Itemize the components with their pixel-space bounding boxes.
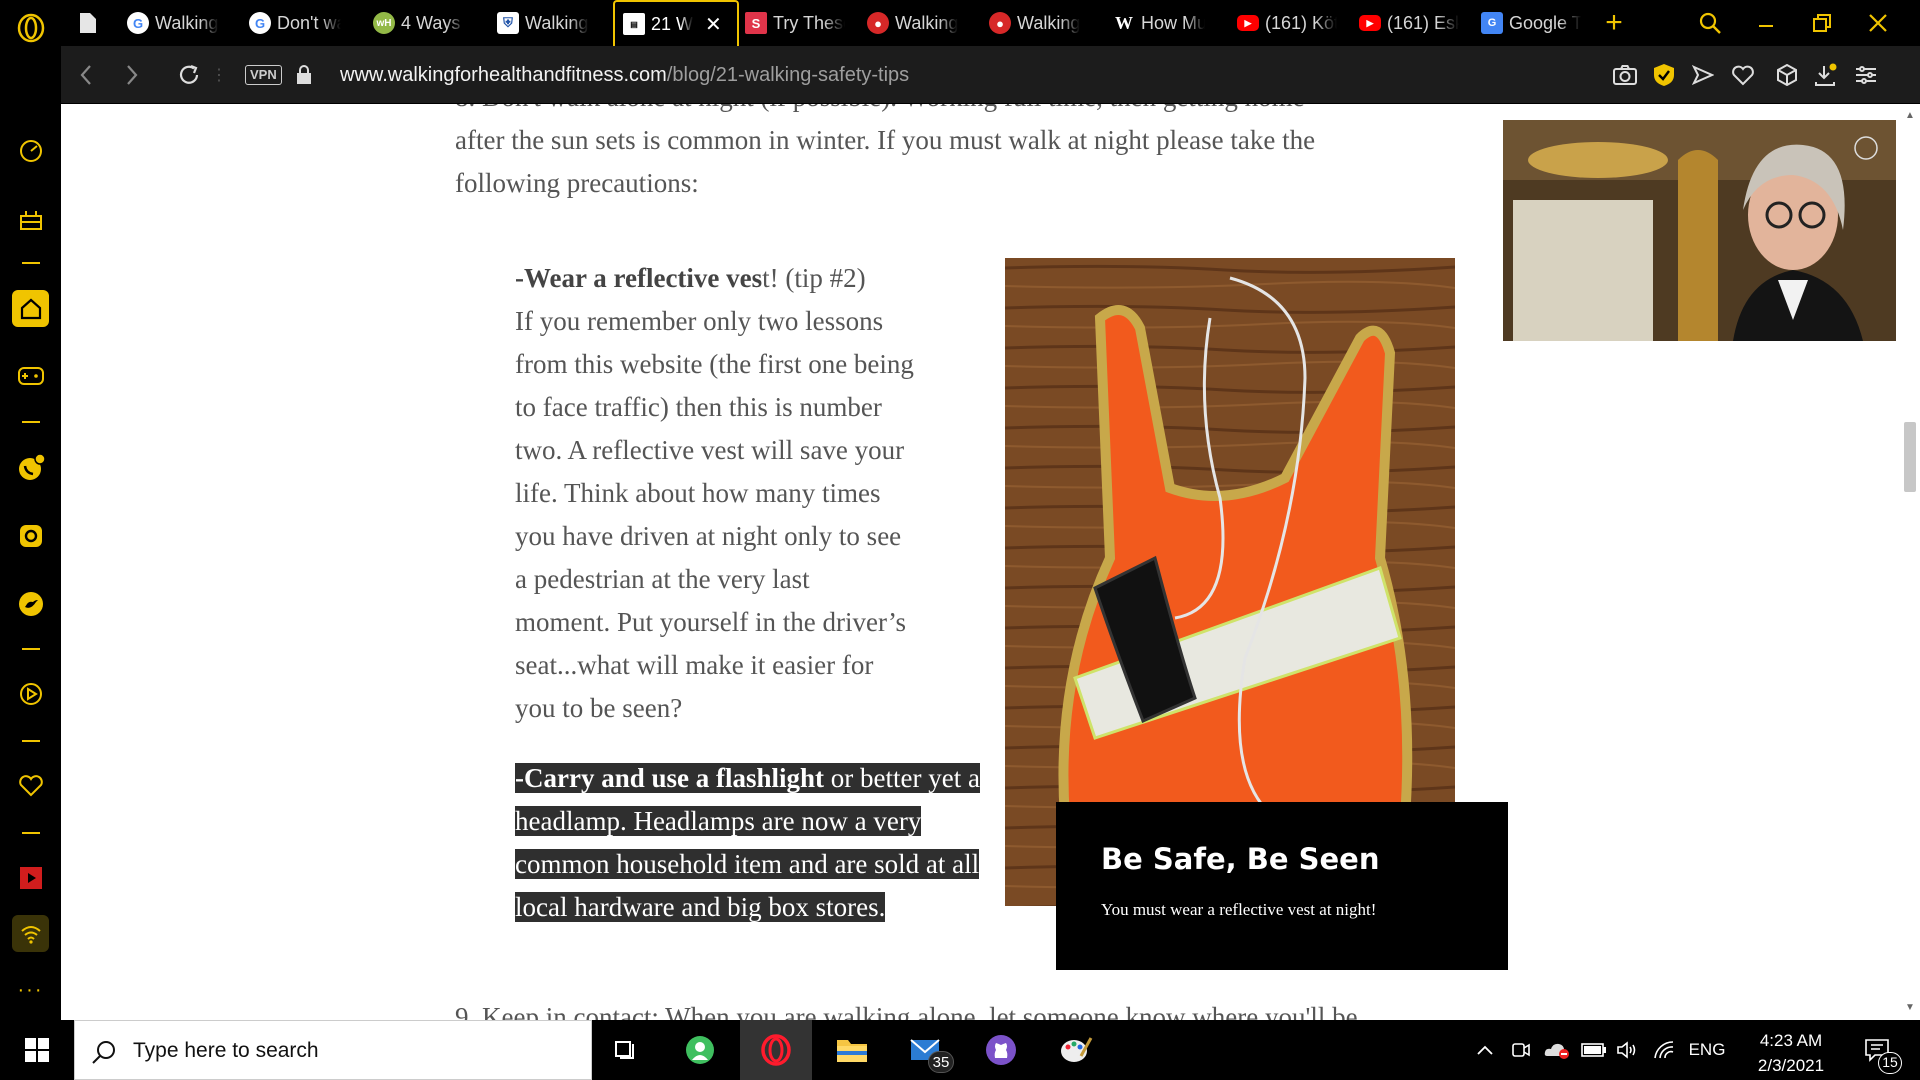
shield-favicon-icon: ⛨ [497,12,519,34]
tab-walking-1[interactable]: G Walking a [127,0,219,46]
tab-4-ways[interactable]: wH 4 Ways t [373,0,465,46]
tab-try-these[interactable]: S Try These [745,0,845,46]
search-tabs-icon[interactable] [1682,0,1738,46]
player-icon[interactable] [0,676,61,712]
tab-walking-3[interactable]: ● Walking [867,0,959,46]
close-tab-icon[interactable]: ✕ [705,12,722,37]
next-tip-partial-line: 9. Keep in contact: When you are walking… [455,1002,1358,1020]
onedrive-icon[interactable] [1540,1020,1574,1080]
windows-taskbar: Type here to search 35 ENG 4:23 AM 2/3/2… [0,1020,1920,1080]
scroll-down-icon[interactable]: ▼ [1905,1002,1915,1013]
notifications-icon[interactable]: 15 [1852,1020,1902,1080]
lock-icon[interactable] [289,46,319,104]
language-indicator[interactable]: ENG [1682,1020,1732,1080]
w-favicon-icon: W [1115,12,1133,33]
address-bar: ⋮ VPN www.walkingforhealthandfitness.com… [61,46,1920,104]
tab-youtube-2[interactable]: ▶ (161) Esk [1359,0,1459,46]
page-menu-icon[interactable] [79,0,109,46]
youtube-icon: ▶ [1359,15,1381,31]
taskbar-search-box[interactable]: Type here to search [74,1020,592,1080]
wikihow-icon: wH [373,12,395,34]
wifi-status-icon[interactable] [12,915,49,952]
s-favicon-icon: S [745,12,767,34]
mail-icon[interactable]: 35 [898,1020,958,1080]
twitter-icon[interactable] [0,586,61,622]
picture-in-picture-video[interactable] [1503,120,1896,341]
easy-setup-icon[interactable] [1846,46,1886,104]
youtube-icon: ▶ [1237,15,1259,31]
close-window-icon[interactable] [1850,0,1906,46]
page-scrollbar[interactable]: ▲ ▼ [1900,104,1920,1020]
apple-favicon-icon: ● [989,12,1011,34]
tab-bar: G Walking a G Don't wa wH 4 Ways t ⛨ Wal… [61,0,1920,46]
forward-icon[interactable] [107,46,157,104]
notification-count-badge: 15 [1878,1052,1902,1074]
home-icon[interactable] [12,290,49,327]
wifi-icon[interactable] [1648,1020,1678,1080]
mail-badge: 35 [928,1051,954,1073]
tab-walking-2[interactable]: ⛨ Walking: [497,0,589,46]
workspace-icon[interactable] [0,202,61,238]
volume-icon[interactable] [1612,1020,1642,1080]
instagram-icon[interactable] [0,518,61,554]
snapshot-camera-icon[interactable] [1605,46,1645,104]
send-icon[interactable] [1683,46,1723,104]
tab-walking-4[interactable]: ● Walking [989,0,1081,46]
meet-now-icon[interactable] [1506,1020,1536,1080]
tab-google-translate[interactable]: G Google T [1481,0,1581,46]
vpn-badge[interactable]: VPN [245,65,282,85]
app-red-icon[interactable] [0,858,61,898]
tip-heading: -Wear a reflective ves [515,263,763,293]
caption-subtitle: You must wear a reflective vest at night… [1101,900,1377,919]
opera-sidebar: ··· [0,0,61,1020]
opera-taskbar-icon[interactable] [740,1020,812,1080]
app-green-icon[interactable] [672,1020,728,1080]
favorites-heart-icon[interactable] [0,768,61,804]
task-view-icon[interactable] [600,1020,650,1080]
tab-youtube-1[interactable]: ▶ (161) Köt [1237,0,1337,46]
restore-icon[interactable] [1794,0,1850,46]
divider: ⋮ [211,67,227,84]
windows-start-icon[interactable] [14,1020,60,1080]
google-icon: G [249,12,271,34]
paint-app-icon[interactable] [1046,1020,1106,1080]
file-explorer-icon[interactable] [826,1020,878,1080]
google-icon: G [127,12,149,34]
tip-reflective-vest: -Wear a reflective vest! (tip #2) If you… [515,263,914,723]
opera-logo-icon[interactable] [0,8,61,48]
google-translate-icon: G [1481,12,1503,34]
scroll-up-icon[interactable]: ▲ [1905,110,1915,121]
game-controller-icon[interactable] [0,358,61,394]
adblock-shield-icon[interactable] [1644,46,1684,104]
tab-dont-walk[interactable]: G Don't wa [249,0,341,46]
tip-flashlight-selected[interactable]: -Carry and use a flashlight or better ye… [515,757,995,929]
apple-favicon-icon: ● [867,12,889,34]
battery-icon[interactable] [1578,1020,1610,1080]
tab-how-much[interactable]: W How Mu [1113,0,1205,46]
minimize-icon[interactable] [1738,0,1794,46]
search-icon [91,1039,117,1070]
show-hidden-icons-icon[interactable] [1470,1020,1500,1080]
more-icon[interactable]: ··· [0,975,61,1005]
download-icon[interactable] [1806,46,1846,104]
article-intro-paragraph: 8. Don't walk alone at night (if possibl… [455,104,1316,198]
cube-icon[interactable] [1767,46,1807,104]
heart-bookmark-icon[interactable] [1723,46,1763,104]
tab-21-walking-safety-tips[interactable]: ▤ 21 W ✕ [613,0,739,46]
caption-title: Be Safe, Be Seen [1101,842,1380,876]
scrollbar-thumb[interactable] [1904,422,1916,492]
image-caption-box: Be Safe, Be Seen You must wear a reflect… [1056,802,1508,970]
github-icon[interactable] [974,1020,1028,1080]
url-field[interactable]: www.walkingforhealthandfitness.com/blog/… [340,46,909,104]
news-favicon-icon: ▤ [623,13,645,35]
new-tab-button[interactable]: + [1599,0,1629,46]
speed-dial-icon[interactable] [0,133,61,169]
clock[interactable]: 4:23 AM 2/3/2021 [1736,1028,1846,1078]
whatsapp-icon[interactable] [0,448,61,488]
reload-icon[interactable] [164,46,214,104]
back-icon[interactable] [61,46,111,104]
